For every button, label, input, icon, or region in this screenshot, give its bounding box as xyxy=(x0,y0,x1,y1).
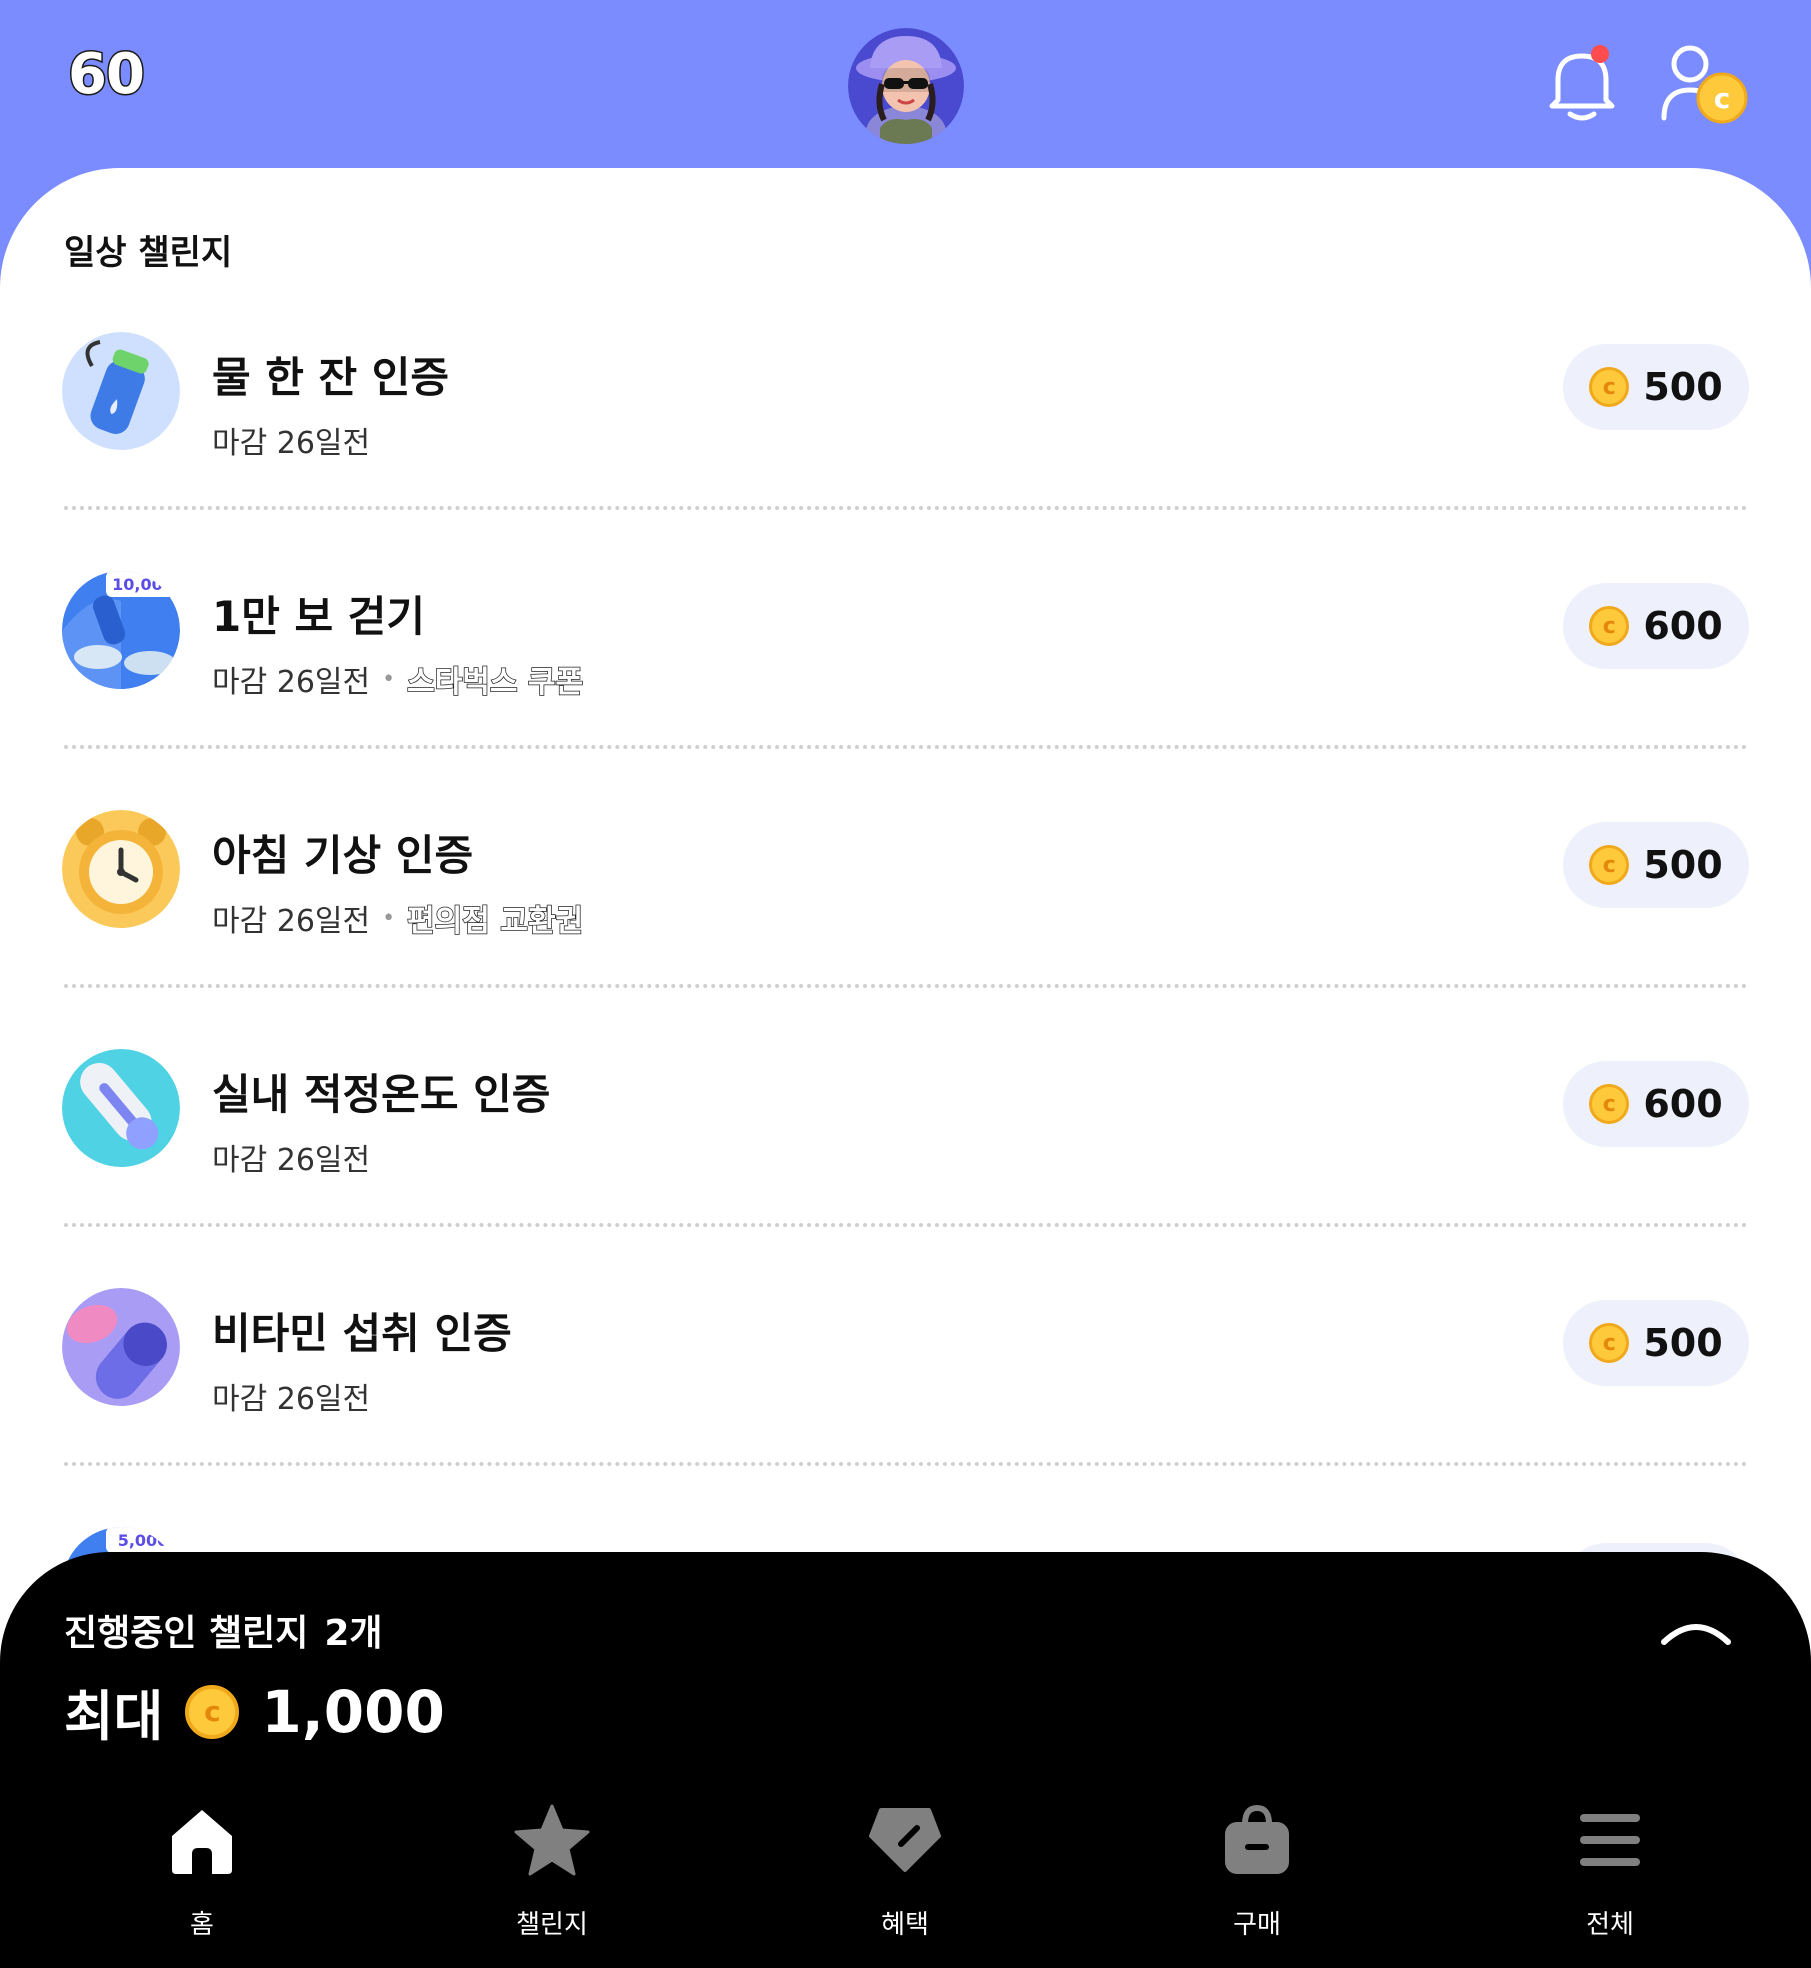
points-badge[interactable]: c 500 xyxy=(1563,822,1749,908)
challenge-item-wakeup[interactable]: 아침 기상 인증 마감 26일전 • 편의점 교환권 c 500 xyxy=(0,810,1811,1049)
home-icon xyxy=(162,1800,242,1880)
walking-10000-icon: 10,000 xyxy=(62,571,180,689)
points-badge[interactable]: c 600 xyxy=(1563,583,1749,669)
divider xyxy=(64,984,1748,988)
step-badge: 5,000 xyxy=(118,1531,169,1550)
coin-icon: c xyxy=(1589,845,1630,885)
nav-challenge[interactable]: 챌린지 xyxy=(462,1800,642,1950)
points-value: 500 xyxy=(1643,365,1723,409)
tag-icon xyxy=(865,1800,945,1880)
thermometer-icon xyxy=(62,1049,180,1167)
shopping-bag-icon xyxy=(1217,1800,1297,1880)
nav-label: 전체 xyxy=(1586,1910,1634,1940)
separator-dot: • xyxy=(382,905,396,931)
nav-label: 홈 xyxy=(190,1910,214,1940)
deadline-text: 마감 26일전 xyxy=(212,904,371,939)
reward-text: 스타벅스 쿠폰 xyxy=(406,664,584,701)
star-icon xyxy=(512,1800,592,1880)
coin-icon: c xyxy=(1589,367,1630,407)
divider xyxy=(64,1462,1748,1466)
challenge-subtitle: 마감 26일전 xyxy=(212,418,370,462)
deadline-text: 마감 26일전 xyxy=(212,1143,371,1178)
nav-home[interactable]: 홈 xyxy=(112,1800,292,1950)
coin-icon: c xyxy=(1589,1084,1630,1124)
challenge-item-walk[interactable]: 10,000 1만 보 걷기 마감 26일전 • 스타벅스 쿠폰 c 600 xyxy=(0,571,1811,810)
challenge-title: 물 한 잔 인증 xyxy=(212,353,450,402)
coin-icon: c xyxy=(1589,1323,1630,1363)
water-bottle-icon xyxy=(62,332,180,450)
challenge-item-water[interactable]: 물 한 잔 인증 마감 26일전 c 500 xyxy=(0,332,1811,571)
challenge-subtitle: 마감 26일전 • 스타벅스 쿠폰 xyxy=(212,657,584,701)
points-value: 600 xyxy=(1643,1082,1723,1126)
app-screen: 60 c 일상 챌린지 물 한 잔 인증 마감 26일전 c 500 10,00… xyxy=(0,0,1811,1968)
profile-coin-icon[interactable]: c xyxy=(1660,40,1750,130)
challenge-title: 비타민 섭취 인증 xyxy=(212,1309,512,1358)
vitamin-pill-icon xyxy=(62,1288,180,1406)
chevron-up-icon[interactable] xyxy=(1658,1610,1734,1650)
coin-icon: c xyxy=(1589,606,1630,646)
nav-benefits[interactable]: 혜택 xyxy=(815,1800,995,1950)
svg-text:c: c xyxy=(1714,82,1731,115)
challenge-item-temperature[interactable]: 실내 적정온도 인증 마감 26일전 c 600 xyxy=(0,1049,1811,1288)
points-badge[interactable]: c 500 xyxy=(1563,344,1749,430)
alarm-clock-icon xyxy=(62,810,180,928)
reward-text: 편의점 교환권 xyxy=(406,903,584,940)
challenge-subtitle: 마감 26일전 • 편의점 교환권 xyxy=(212,896,584,940)
max-reward-row: 최대 c 1,000 xyxy=(64,1672,445,1751)
coin-icon: c xyxy=(185,1684,240,1739)
divider xyxy=(64,1223,1748,1227)
deadline-text: 마감 26일전 xyxy=(212,426,371,461)
challenge-title: 1만 보 걷기 xyxy=(212,592,426,641)
challenge-title: 아침 기상 인증 xyxy=(212,831,474,880)
sheet-count: 2개 xyxy=(324,1613,383,1654)
deadline-text: 마감 26일전 xyxy=(212,1382,371,1417)
notification-dot xyxy=(1591,45,1609,63)
bell-icon[interactable] xyxy=(1544,42,1620,126)
divider xyxy=(64,506,1748,510)
nav-purchase[interactable]: 구매 xyxy=(1167,1800,1347,1950)
challenge-subtitle: 마감 26일전 xyxy=(212,1374,370,1418)
points-badge[interactable]: c 600 xyxy=(1563,1061,1749,1147)
step-badge: 10,000 xyxy=(112,575,174,594)
nav-label: 구매 xyxy=(1233,1910,1281,1940)
avatar-icon[interactable] xyxy=(848,28,964,144)
menu-icon xyxy=(1570,1800,1650,1880)
max-label: 최대 xyxy=(64,1685,164,1748)
challenge-title: 실내 적정온도 인증 xyxy=(212,1070,551,1119)
sheet-title-label: 진행중인 챌린지 xyxy=(64,1613,309,1654)
counter-badge: 60 xyxy=(67,41,147,109)
deadline-text: 마감 26일전 xyxy=(212,665,371,700)
points-value: 500 xyxy=(1643,843,1723,887)
points-badge[interactable]: c 500 xyxy=(1563,1300,1749,1386)
section-title: 일상 챌린지 xyxy=(64,233,233,273)
challenge-item-vitamin[interactable]: 비타민 섭취 인증 마감 26일전 c 500 xyxy=(0,1288,1811,1527)
separator-dot: • xyxy=(382,666,396,692)
nav-label: 혜택 xyxy=(881,1910,929,1940)
max-value: 1,000 xyxy=(261,1677,445,1746)
points-value: 600 xyxy=(1643,604,1723,648)
divider xyxy=(64,745,1748,749)
points-value: 500 xyxy=(1643,1321,1723,1365)
nav-label: 챌린지 xyxy=(516,1910,588,1940)
nav-all[interactable]: 전체 xyxy=(1520,1800,1700,1950)
sheet-title: 진행중인 챌린지 2개 xyxy=(64,1604,383,1656)
challenge-subtitle: 마감 26일전 xyxy=(212,1135,370,1179)
